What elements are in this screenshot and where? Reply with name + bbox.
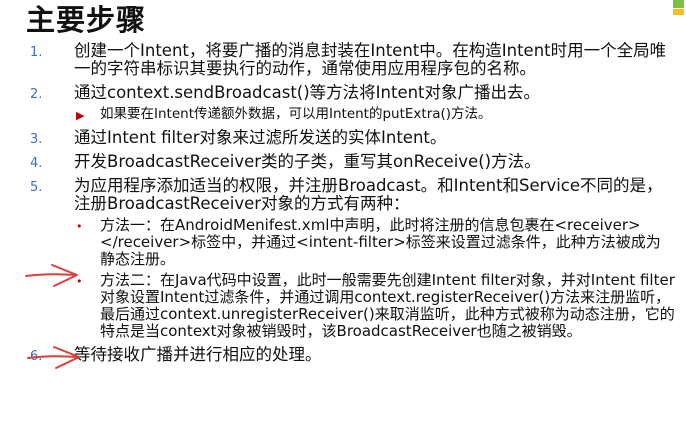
item-text: 通过context.sendBroadcast()等方法将Intent对象广播出… <box>74 83 541 102</box>
item-text: 通过Intent filter对象来过滤所发送的实体Intent。 <box>74 128 447 147</box>
red-arrow-icon <box>25 264 78 287</box>
corner-logo-icon <box>673 0 684 15</box>
item-number: 3. <box>30 132 43 147</box>
item-text: 等待接收广播并进行相应的处理。 <box>74 345 322 364</box>
item-text: 开发BroadcastReceiver类的子类，重写其onReceive()方法… <box>74 152 541 171</box>
item-number: 1. <box>30 45 43 60</box>
list-item: 6. 等待接收广播并进行相应的处理。 <box>30 345 675 365</box>
list-item: 4. 开发BroadcastReceiver类的子类，重写其onReceive(… <box>30 152 675 172</box>
sub-item-text: 如果要在Intent传递额外数据，可以用Intent的putExtra()方法。 <box>100 106 492 122</box>
sub-item-text: 方法二：在Java代码中设置，此时一般需要先创建Intent filter对象，… <box>100 271 675 340</box>
list-item: 2. 通过context.sendBroadcast()等方法将Intent对象… <box>30 84 675 123</box>
slide: 主要步骤 1. 创建一个Intent，将要广播的消息封装在Intent中。在构造… <box>0 0 686 439</box>
item-number: 5. <box>30 180 43 195</box>
sub-item-text: 方法一：在AndroidMenifest.xml中声明，此时将注册的信息包裹在<… <box>100 216 661 268</box>
sub-item: • 方法一：在AndroidMenifest.xml中声明，此时将注册的信息包裹… <box>74 217 675 268</box>
item-text: 为应用程序添加适当的权限，并注册Broadcast。和Intent和Servic… <box>74 176 663 213</box>
list-item: 5. 为应用程序添加适当的权限，并注册Broadcast。和Intent和Ser… <box>30 177 675 340</box>
bullet-triangle-icon: ▶ <box>76 109 85 122</box>
list-item: 3. 通过Intent filter对象来过滤所发送的实体Intent。 <box>30 128 675 148</box>
list-item: 1. 创建一个Intent，将要广播的消息封装在Intent中。在构造Inten… <box>30 42 675 78</box>
item-number: 2. <box>30 87 43 102</box>
sub-item: ▶ 如果要在Intent传递额外数据，可以用Intent的putExtra()方… <box>74 106 675 123</box>
item-number: 4. <box>30 156 43 171</box>
sub-item: • 方法二：在Java代码中设置，此时一般需要先创建Intent filter对… <box>74 272 675 340</box>
steps-list: 1. 创建一个Intent，将要广播的消息封装在Intent中。在构造Inten… <box>30 42 675 370</box>
item-text: 创建一个Intent，将要广播的消息封装在Intent中。在构造Intent时用… <box>74 41 667 78</box>
red-arrow-icon <box>27 346 80 369</box>
bullet-dot-icon: • <box>76 220 83 233</box>
slide-title: 主要步骤 <box>26 3 147 37</box>
